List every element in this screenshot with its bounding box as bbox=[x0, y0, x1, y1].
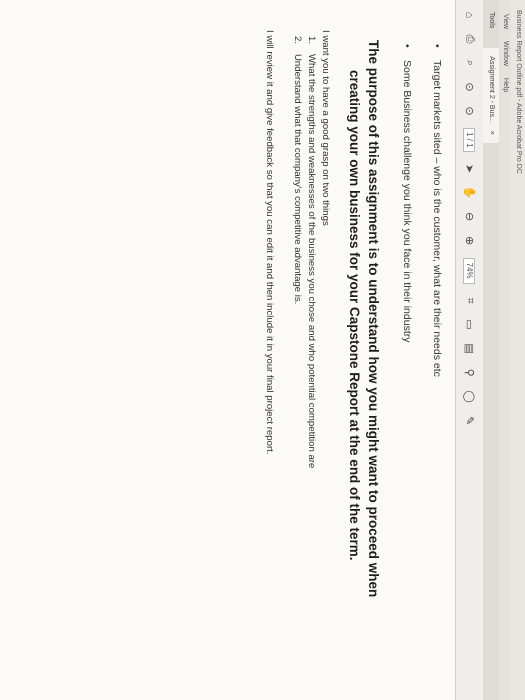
menu-bar: View Window Help bbox=[499, 0, 511, 700]
page-indicator[interactable]: 1 / 1 bbox=[463, 128, 476, 152]
close-icon[interactable]: × bbox=[488, 131, 495, 135]
list-text: What the strengths and weaknesses of the… bbox=[306, 54, 317, 469]
home-icon[interactable]: ⌂ bbox=[463, 8, 477, 22]
list-number: 1. bbox=[306, 36, 317, 45]
bullet-item: • Target markets sited – who is the cust… bbox=[431, 44, 443, 377]
bullet-text: Target markets sited – who is the custom… bbox=[431, 60, 443, 377]
list-text: Understand what that company's competiti… bbox=[292, 54, 303, 305]
menu-help[interactable]: Help bbox=[502, 78, 509, 92]
print-icon[interactable]: ⎙ bbox=[463, 32, 477, 46]
next-page-icon[interactable]: ⊙ bbox=[463, 104, 477, 118]
closing-text: I will review it and give feedback so th… bbox=[264, 30, 275, 455]
heading-line-1: The purpose of this assignment is to und… bbox=[366, 40, 381, 598]
list-item: 1. What the strengths and weaknesses of t… bbox=[306, 36, 317, 468]
search-icon[interactable]: ⌕ bbox=[463, 56, 477, 70]
bullet-icon: • bbox=[431, 44, 443, 48]
intro-text: I want you to have a good grasp on two t… bbox=[320, 30, 331, 226]
pen-icon[interactable]: ✎ bbox=[463, 414, 477, 428]
bullet-text: Some Business challenge you think you fa… bbox=[401, 60, 413, 343]
menu-view[interactable]: View bbox=[502, 14, 509, 29]
zoom-in-icon[interactable]: ⊕ bbox=[463, 234, 477, 248]
tab-bar: Tools Assignment 2 - Bus... × bbox=[483, 0, 499, 700]
hand-icon[interactable]: ✋ bbox=[463, 186, 477, 200]
fit-icon[interactable]: ⌗ bbox=[463, 294, 477, 308]
screen: Business Report Outline.pdf - Adobe Acro… bbox=[0, 0, 525, 700]
stamp-icon[interactable]: ⚲ bbox=[463, 366, 477, 380]
menu-window[interactable]: Window bbox=[502, 41, 509, 66]
tab-tools[interactable]: Tools bbox=[483, 12, 499, 28]
bullet-item: • Some Business challenge you think you … bbox=[401, 44, 413, 343]
tab-document-label: Assignment 2 - Bus... bbox=[488, 56, 495, 123]
heading-line-2: creating your own business for your Caps… bbox=[347, 70, 362, 561]
tab-document[interactable]: Assignment 2 - Bus... × bbox=[483, 48, 499, 143]
shape-icon[interactable]: ◯ bbox=[463, 390, 477, 404]
prev-page-icon[interactable]: ⊙ bbox=[463, 80, 477, 94]
toolbar: ⌂ ⎙ ⌕ ⊙ ⊙ 1 / 1 ➤ ✋ ⊖ ⊕ 74% ⌗ ▭ ▤ ⚲ ◯ ✎ bbox=[455, 0, 483, 700]
list-number: 2. bbox=[292, 36, 303, 45]
list-item: 2. Understand what that company's competi… bbox=[292, 36, 303, 304]
zoom-out-icon[interactable]: ⊖ bbox=[463, 210, 477, 224]
window-title: Business Report Outline.pdf - Adobe Acro… bbox=[511, 0, 525, 700]
document-page: • Target markets sited – who is the cust… bbox=[0, 0, 455, 700]
highlight-icon[interactable]: ▤ bbox=[463, 342, 477, 356]
cursor-icon[interactable]: ➤ bbox=[463, 162, 477, 176]
zoom-level[interactable]: 74% bbox=[463, 257, 476, 284]
bullet-icon: • bbox=[401, 44, 413, 48]
comment-icon[interactable]: ▭ bbox=[463, 318, 477, 332]
